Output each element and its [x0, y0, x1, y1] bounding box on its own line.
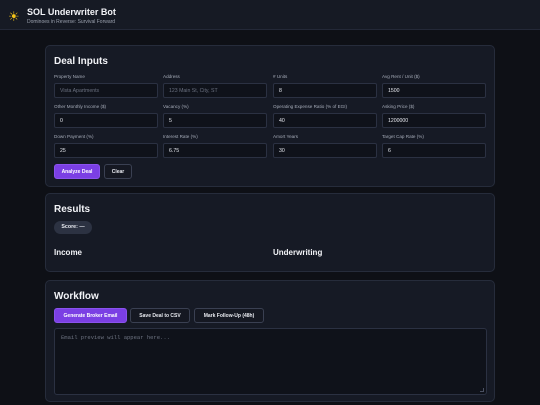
workflow-title: Workflow	[54, 291, 99, 302]
generate-broker-email-button[interactable]: Generate Broker Email	[54, 308, 127, 323]
resize-handle-icon[interactable]	[480, 388, 484, 392]
property-name-label: Property Name	[54, 74, 85, 79]
save-deal-csv-button[interactable]: Save Deal to CSV	[130, 308, 190, 323]
email-preview-textarea[interactable]	[54, 328, 487, 395]
target-cap-rate-input[interactable]	[382, 143, 486, 158]
top-bar: ☀ SOL Underwriter Bot Dominoes in Revers…	[0, 0, 540, 30]
app-subtitle: Dominoes in Reverse: Survival Forward	[27, 19, 116, 25]
analyze-deal-button[interactable]: Analyze Deal	[54, 164, 100, 179]
results-card: Results Score: — Income Underwriting	[45, 193, 495, 272]
expense-ratio-input[interactable]	[273, 113, 377, 128]
other-income-label: Other Monthly Income ($)	[54, 104, 107, 109]
score-badge: Score: —	[54, 221, 92, 234]
down-payment-input[interactable]	[54, 143, 158, 158]
income-heading: Income	[54, 248, 83, 257]
avg-rent-label: Avg Rent / Unit ($)	[382, 74, 420, 79]
interest-rate-input[interactable]	[163, 143, 267, 158]
asking-price-label: Asking Price ($)	[382, 104, 415, 109]
vacancy-label: Vacancy (%)	[163, 104, 189, 109]
vacancy-input[interactable]	[163, 113, 267, 128]
amort-years-label: Amort Years	[273, 134, 299, 139]
deal-inputs-title: Deal Inputs	[54, 56, 108, 67]
down-payment-label: Down Payment (%)	[54, 134, 94, 139]
amort-years-input[interactable]	[273, 143, 377, 158]
mark-follow-up-button[interactable]: Mark Follow-Up (48h)	[194, 308, 264, 323]
sun-icon: ☀	[8, 9, 20, 24]
address-input[interactable]	[163, 83, 267, 98]
underwriting-heading: Underwriting	[273, 248, 323, 257]
asking-price-input[interactable]	[382, 113, 486, 128]
units-label: # Units	[273, 74, 288, 79]
address-label: Address	[163, 74, 180, 79]
avg-rent-input[interactable]	[382, 83, 486, 98]
interest-rate-label: Interest Rate (%)	[163, 134, 198, 139]
target-cap-rate-label: Target Cap Rate (%)	[382, 134, 424, 139]
expense-ratio-label: Operating Expense Ratio (% of EGI)	[273, 104, 348, 109]
results-title: Results	[54, 204, 91, 215]
workflow-card: Workflow Generate Broker Email Save Deal…	[45, 280, 495, 402]
app-title: SOL Underwriter Bot	[27, 7, 116, 17]
other-income-input[interactable]	[54, 113, 158, 128]
units-input[interactable]	[273, 83, 377, 98]
property-name-input[interactable]	[54, 83, 158, 98]
clear-button[interactable]: Clear	[104, 164, 132, 179]
deal-inputs-card: Deal Inputs Property Name Address # Unit…	[45, 45, 495, 187]
